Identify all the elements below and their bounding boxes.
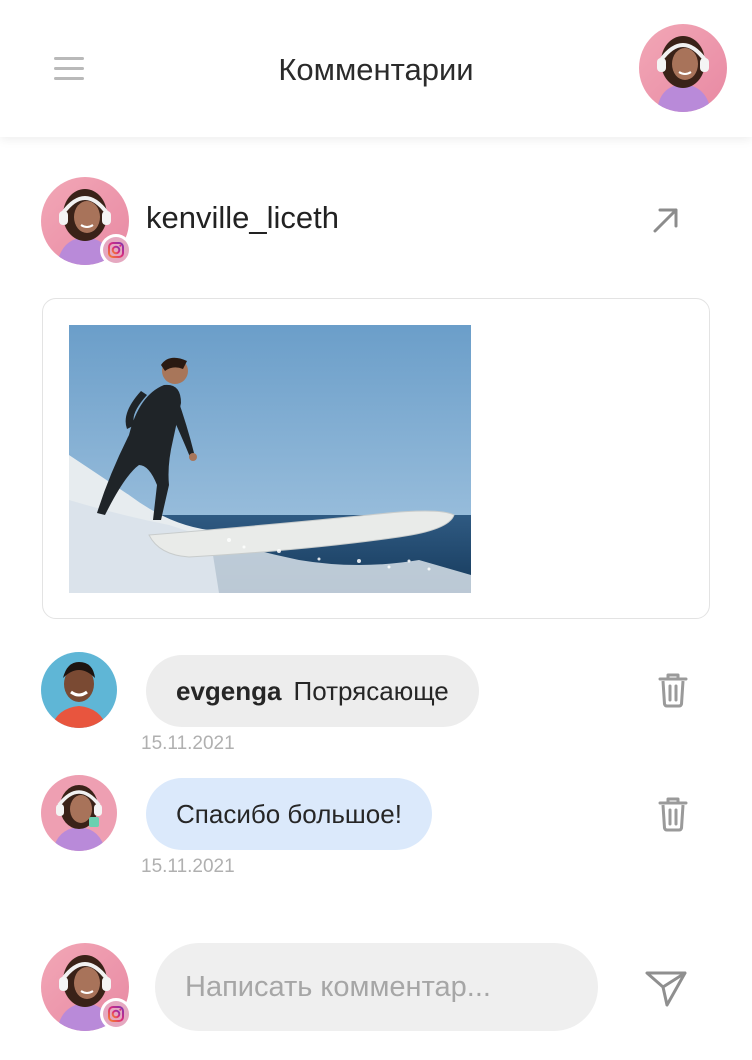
commenter-avatar[interactable]	[41, 652, 117, 728]
commenter-avatar[interactable]	[41, 775, 117, 851]
arrow-up-right-icon[interactable]	[648, 202, 684, 238]
comment-input[interactable]	[155, 943, 598, 1031]
comment-author[interactable]: evgenga	[176, 676, 282, 707]
comment-date: 15.11.2021	[141, 733, 235, 754]
post-author-name[interactable]: kenville_liceth	[146, 200, 339, 236]
comment-text: Потрясающе	[293, 675, 449, 706]
surfer-photo	[69, 325, 471, 593]
comment-date: 15.11.2021	[141, 856, 235, 877]
instagram-icon	[100, 998, 132, 1030]
send-icon[interactable]	[643, 965, 689, 1011]
top-app-bar: Комментарии	[0, 0, 752, 137]
comments-page: Комментарии kenville_liceth evgenga Потр…	[0, 0, 752, 1060]
instagram-icon	[100, 234, 132, 266]
user-avatar[interactable]	[639, 24, 727, 112]
trash-icon[interactable]	[657, 795, 689, 833]
trash-icon[interactable]	[657, 671, 689, 709]
comment-text: Спасибо большое!	[176, 798, 402, 829]
post-card[interactable]	[42, 298, 710, 619]
comment-bubble: evgenga Потрясающе	[146, 655, 479, 727]
comment-bubble: Спасибо большое!	[146, 778, 432, 850]
